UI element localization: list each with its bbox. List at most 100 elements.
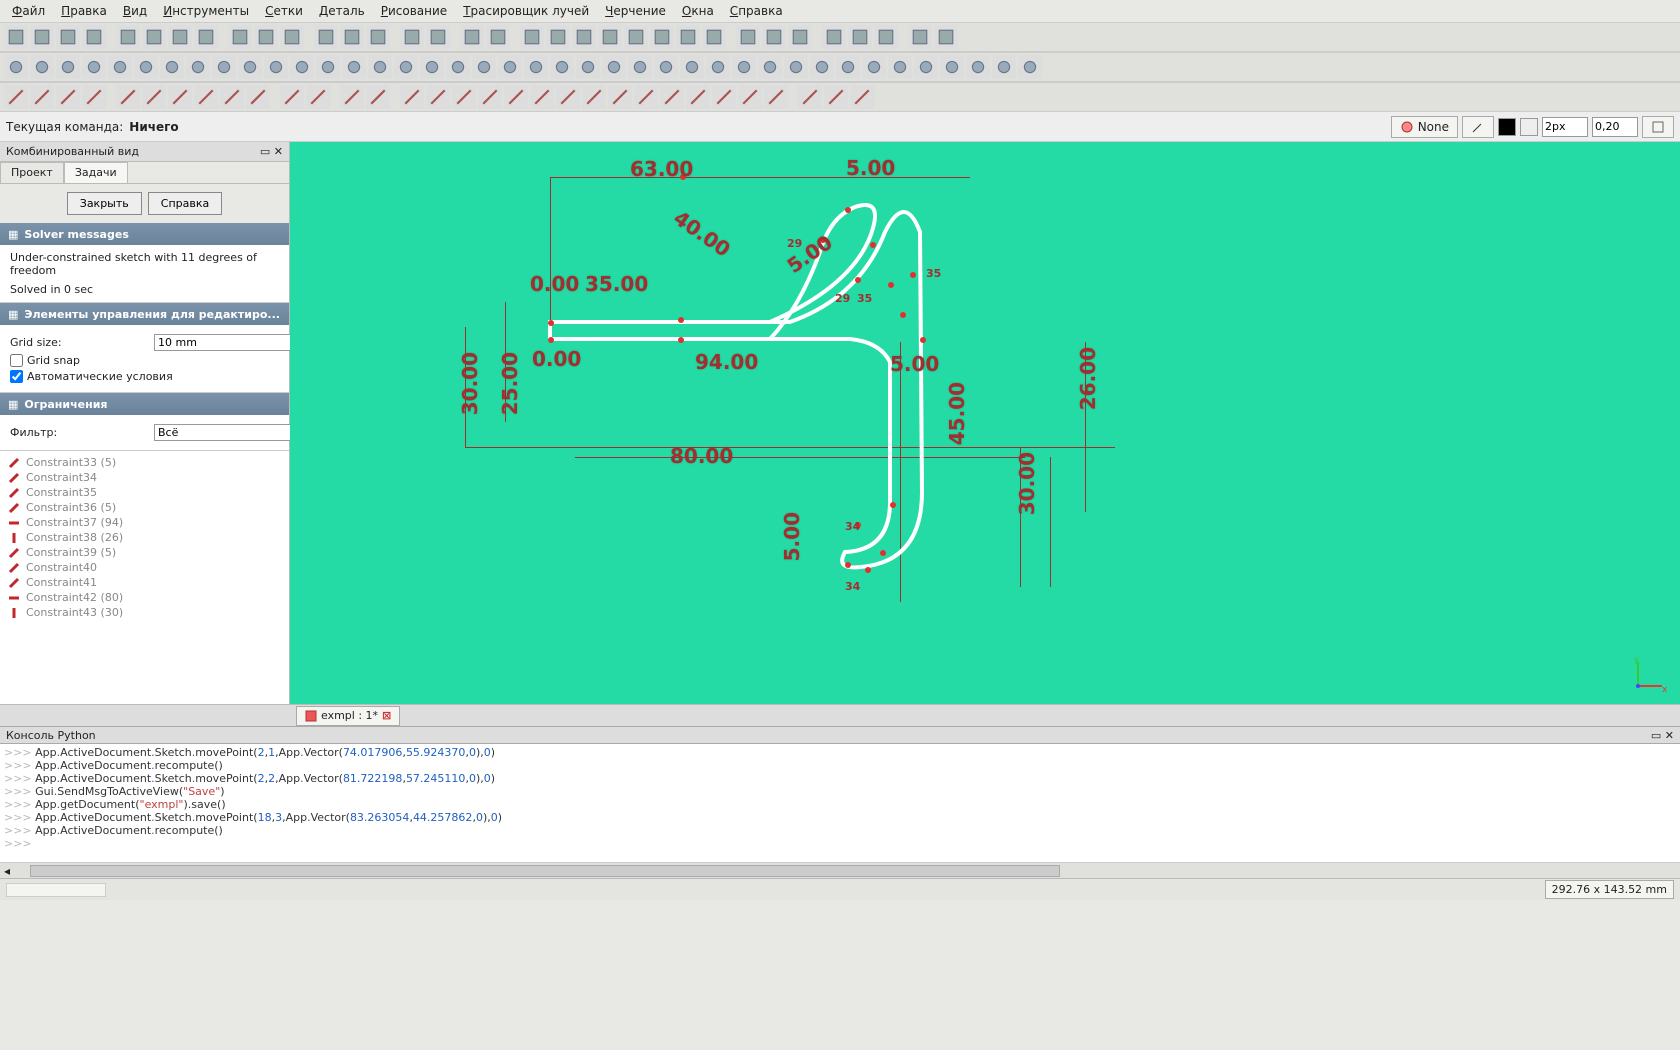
close-tab-icon[interactable]: ⊠: [382, 709, 391, 722]
tool-btn-r2-25[interactable]: [654, 55, 678, 79]
tool-btn-r2-28[interactable]: [732, 55, 756, 79]
tool-btn-r3-5[interactable]: [142, 85, 166, 109]
dim-0a[interactable]: 0.00: [530, 272, 579, 296]
line-color-swatch[interactable]: [1498, 118, 1516, 136]
tool-btn-r2-34[interactable]: [888, 55, 912, 79]
tool-btn-r3-24[interactable]: [660, 85, 684, 109]
tab-project[interactable]: Проект: [0, 162, 64, 183]
tool-btn-r1-18[interactable]: [520, 25, 544, 49]
dim-5a[interactable]: 5.00: [846, 156, 895, 180]
tool-btn-r1-30[interactable]: [848, 25, 872, 49]
doc-tab[interactable]: exmpl : 1* ⊠: [296, 706, 400, 726]
tool-btn-r3-2[interactable]: [56, 85, 80, 109]
menu-draw[interactable]: Рисование: [373, 4, 455, 18]
tool-btn-r1-0[interactable]: [4, 25, 28, 49]
tool-btn-r2-18[interactable]: [472, 55, 496, 79]
tool-btn-r1-22[interactable]: [624, 25, 648, 49]
dim-45[interactable]: 45.00: [945, 382, 969, 445]
tool-btn-r1-4[interactable]: [116, 25, 140, 49]
tool-btn-r1-15[interactable]: [426, 25, 450, 49]
dim-80[interactable]: 80.00: [670, 444, 733, 468]
tool-btn-r3-16[interactable]: [452, 85, 476, 109]
constraint-list[interactable]: Constraint33 (5)Constraint34Constraint35…: [0, 451, 289, 704]
tool-btn-r2-36[interactable]: [940, 55, 964, 79]
draft-style-button[interactable]: None: [1391, 116, 1458, 138]
tool-btn-r1-8[interactable]: [228, 25, 252, 49]
menu-grids[interactable]: Сетки: [257, 4, 311, 18]
help-button[interactable]: Справка: [148, 192, 222, 215]
tool-btn-r2-0[interactable]: [4, 55, 28, 79]
tool-btn-r1-2[interactable]: [56, 25, 80, 49]
tool-btn-r3-27[interactable]: [738, 85, 762, 109]
tool-btn-r3-17[interactable]: [478, 85, 502, 109]
tool-btn-r2-26[interactable]: [680, 55, 704, 79]
tool-btn-r2-9[interactable]: [238, 55, 262, 79]
python-console[interactable]: >>> App.ActiveDocument.Sketch.movePoint(…: [0, 744, 1680, 862]
constraint-item[interactable]: Constraint35: [8, 485, 281, 500]
tool-btn-r1-7[interactable]: [194, 25, 218, 49]
constraints-header[interactable]: ▦Ограничения: [0, 393, 289, 415]
tool-btn-r2-4[interactable]: [108, 55, 132, 79]
tool-btn-r3-29[interactable]: [798, 85, 822, 109]
tool-btn-r1-10[interactable]: [280, 25, 304, 49]
dim-35[interactable]: 35.00: [585, 272, 648, 296]
tool-btn-r3-19[interactable]: [530, 85, 554, 109]
console-hscroll[interactable]: ◂: [0, 862, 1680, 878]
menu-tools[interactable]: Инструменты: [155, 4, 257, 18]
tool-btn-r3-10[interactable]: [280, 85, 304, 109]
tool-btn-r3-25[interactable]: [686, 85, 710, 109]
tool-btn-r1-13[interactable]: [366, 25, 390, 49]
tool-btn-r3-23[interactable]: [634, 85, 658, 109]
menu-help[interactable]: Справка: [722, 4, 791, 18]
tool-btn-r3-18[interactable]: [504, 85, 528, 109]
console-close-icon[interactable]: ✕: [1665, 729, 1674, 742]
tool-btn-r3-14[interactable]: [400, 85, 424, 109]
constraint-item[interactable]: Constraint39 (5): [8, 545, 281, 560]
tool-btn-r2-12[interactable]: [316, 55, 340, 79]
constraint-item[interactable]: Constraint41: [8, 575, 281, 590]
face-color-swatch[interactable]: [1520, 118, 1538, 136]
menu-view[interactable]: Вид: [115, 4, 155, 18]
tool-btn-r1-24[interactable]: [676, 25, 700, 49]
scroll-thumb[interactable]: [30, 865, 1060, 877]
menu-drafting[interactable]: Черчение: [597, 4, 674, 18]
tool-btn-r3-20[interactable]: [556, 85, 580, 109]
close-button[interactable]: Закрыть: [67, 192, 142, 215]
tool-btn-r1-27[interactable]: [762, 25, 786, 49]
menu-windows[interactable]: Окна: [674, 4, 722, 18]
dim-30b[interactable]: 30.00: [1015, 452, 1039, 515]
constraint-item[interactable]: Constraint33 (5): [8, 455, 281, 470]
tool-btn-r1-20[interactable]: [572, 25, 596, 49]
tool-btn-r3-7[interactable]: [194, 85, 218, 109]
tool-btn-r1-11[interactable]: [314, 25, 338, 49]
tool-btn-r2-39[interactable]: [1018, 55, 1042, 79]
tool-btn-r3-8[interactable]: [220, 85, 244, 109]
tool-btn-r2-22[interactable]: [576, 55, 600, 79]
dim-26[interactable]: 26.00: [1076, 347, 1100, 410]
constraint-item[interactable]: Constraint37 (94): [8, 515, 281, 530]
tool-btn-r2-30[interactable]: [784, 55, 808, 79]
tool-btn-r1-31[interactable]: [874, 25, 898, 49]
tool-btn-r3-31[interactable]: [850, 85, 874, 109]
dim-5c[interactable]: 5.00: [890, 352, 939, 376]
tool-btn-r3-11[interactable]: [306, 85, 330, 109]
tool-btn-r2-7[interactable]: [186, 55, 210, 79]
opacity-input[interactable]: [1592, 117, 1638, 137]
constraint-item[interactable]: Constraint42 (80): [8, 590, 281, 605]
filter-input[interactable]: [154, 424, 307, 441]
constraint-item[interactable]: Constraint38 (26): [8, 530, 281, 545]
tool-btn-r3-4[interactable]: [116, 85, 140, 109]
tool-btn-r2-11[interactable]: [290, 55, 314, 79]
tool-btn-r2-38[interactable]: [992, 55, 1016, 79]
constraint-item[interactable]: Constraint34: [8, 470, 281, 485]
tool-btn-r1-1[interactable]: [30, 25, 54, 49]
tool-btn-r1-12[interactable]: [340, 25, 364, 49]
tool-btn-r1-32[interactable]: [908, 25, 932, 49]
tool-btn-r1-17[interactable]: [486, 25, 510, 49]
3d-viewport[interactable]: 63.00 5.00 40.00 5.00 0.00 35.00 0.00 94…: [290, 142, 1680, 704]
tool-btn-r1-25[interactable]: [702, 25, 726, 49]
dim-63[interactable]: 63.00: [630, 157, 693, 181]
tool-btn-r2-10[interactable]: [264, 55, 288, 79]
undock-icon[interactable]: ▭: [260, 145, 270, 158]
constraint-item[interactable]: Constraint43 (30): [8, 605, 281, 620]
